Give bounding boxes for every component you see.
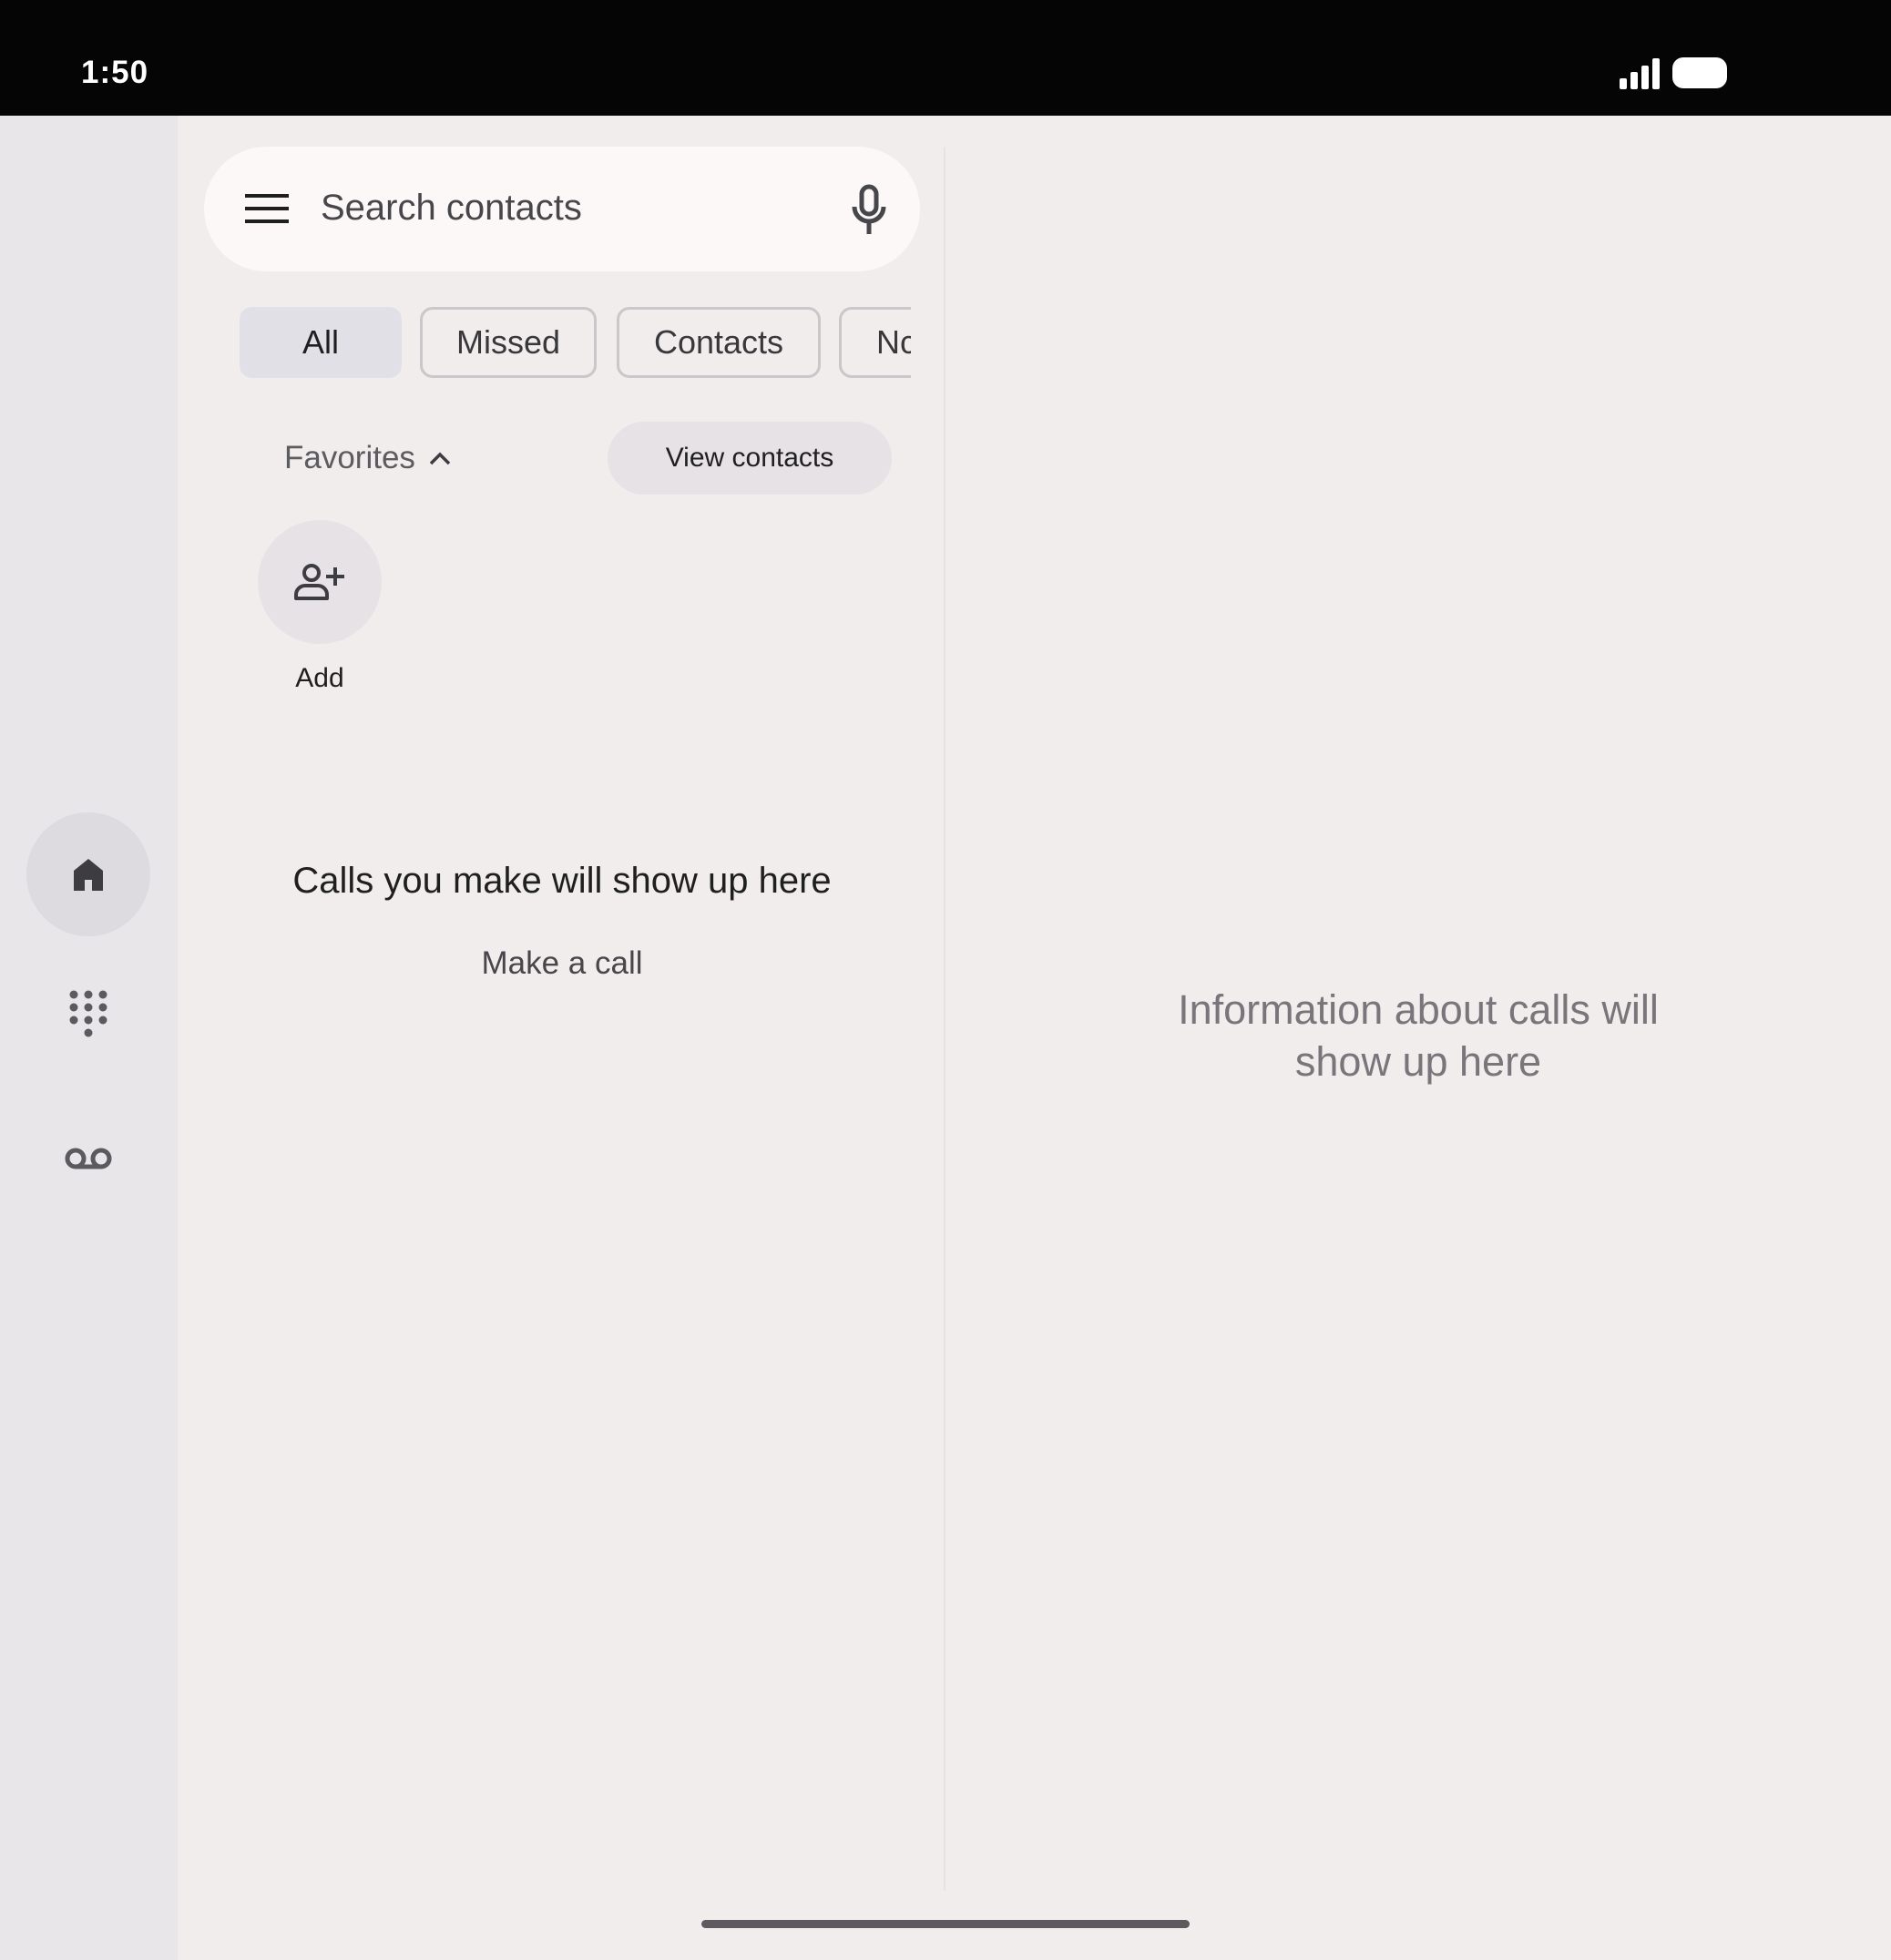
navigation-rail	[0, 116, 178, 1960]
favorites-toggle[interactable]: Favorites	[284, 435, 452, 481]
detail-pane-empty-text: Information about calls will show up her…	[1178, 986, 1659, 1085]
menu-icon[interactable]	[245, 192, 289, 225]
gesture-navigation-bar[interactable]	[701, 1920, 1190, 1928]
filter-chip-non-spam[interactable]: Nc	[839, 307, 911, 378]
add-favorite-label: Add	[295, 663, 344, 693]
search-input[interactable]: Search contacts	[321, 188, 582, 229]
dialpad-icon	[69, 990, 107, 1037]
filter-chips: All Missed Contacts Nc	[240, 307, 911, 378]
status-icons	[1501, 55, 1749, 95]
filter-chip-all[interactable]: All	[240, 307, 402, 378]
call-log-empty-title: Calls you make will show up here	[292, 861, 832, 901]
nav-voicemail-button[interactable]	[26, 1097, 150, 1220]
chevron-up-icon	[429, 452, 451, 465]
nav-home-button[interactable]	[26, 812, 150, 936]
add-favorite-button[interactable]	[258, 520, 382, 644]
mic-icon[interactable]	[847, 183, 891, 238]
favorites-label: Favorites	[284, 440, 415, 475]
battery-icon	[1672, 57, 1727, 88]
status-time: 1:50	[81, 55, 149, 90]
status-bar: 1:50	[0, 0, 1891, 116]
pane-divider	[944, 147, 946, 1891]
view-contacts-button[interactable]: View contacts	[608, 422, 892, 495]
filter-chip-missed[interactable]: Missed	[420, 307, 597, 378]
person-add-icon	[294, 564, 344, 600]
voicemail-icon	[65, 1148, 112, 1169]
make-call-link[interactable]: Make a call	[204, 945, 920, 982]
home-icon	[74, 859, 103, 891]
signal-icon	[1620, 58, 1660, 89]
filter-chip-contacts[interactable]: Contacts	[617, 307, 821, 378]
search-bar[interactable]: Search contacts	[204, 147, 920, 271]
nav-keypad-button[interactable]	[26, 954, 150, 1078]
